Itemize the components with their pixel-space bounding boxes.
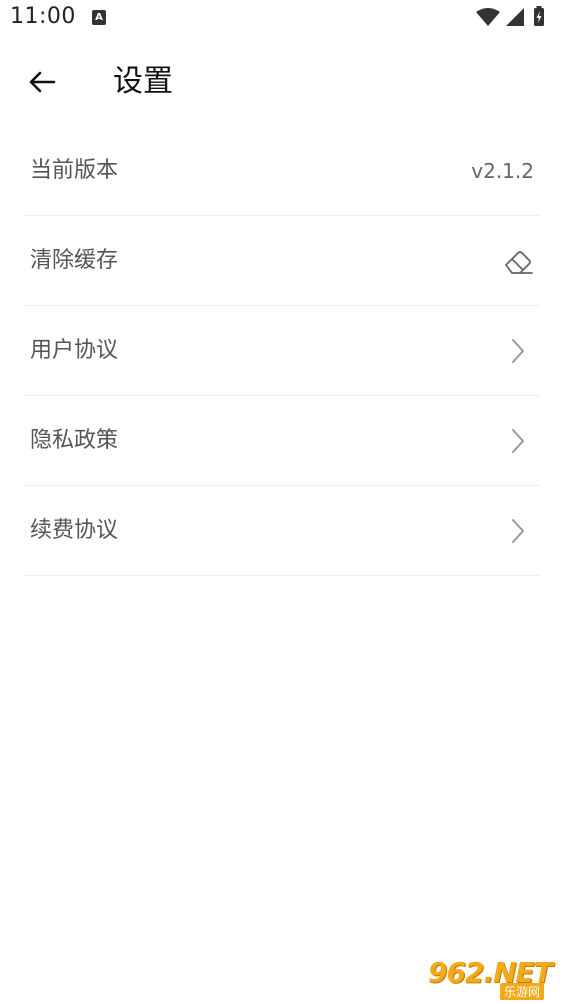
wifi-icon bbox=[476, 8, 500, 26]
settings-row-clear-cache[interactable]: 清除缓存 bbox=[24, 216, 540, 306]
watermark-logo: 962.NET 乐游网 bbox=[428, 956, 558, 1000]
row-label: 续费协议 bbox=[30, 517, 119, 543]
chevron-right-icon bbox=[500, 333, 536, 369]
watermark-sub: 乐游网 bbox=[500, 983, 545, 1000]
status-icons bbox=[474, 6, 554, 28]
settings-row-version: 当前版本 v2.1.2 bbox=[24, 126, 540, 216]
row-label: 用户协议 bbox=[30, 337, 119, 363]
version-value: v2.1.2 bbox=[471, 158, 534, 183]
page-title: 设置 bbox=[113, 64, 173, 99]
row-label: 隐私政策 bbox=[30, 427, 119, 453]
arrow-left-icon bbox=[29, 71, 56, 93]
settings-list: 当前版本 v2.1.2 清除缓存 用户协议 隐私政策 续费协议 bbox=[24, 126, 540, 576]
settings-row-renewal-agreement[interactable]: 续费协议 bbox=[24, 486, 540, 576]
back-button[interactable] bbox=[20, 60, 64, 104]
battery-charging-icon bbox=[534, 6, 544, 26]
row-label: 当前版本 bbox=[30, 157, 119, 183]
status-bar: 11:00 A bbox=[0, 0, 564, 38]
notification-icon: A bbox=[92, 10, 106, 25]
settings-row-privacy-policy[interactable]: 隐私政策 bbox=[24, 396, 540, 486]
toolbar: 设置 bbox=[0, 46, 564, 118]
status-time: 11:00 bbox=[10, 4, 76, 29]
eraser-icon[interactable] bbox=[500, 243, 536, 279]
row-label: 清除缓存 bbox=[30, 247, 119, 273]
settings-row-user-agreement[interactable]: 用户协议 bbox=[24, 306, 540, 396]
signal-icon bbox=[506, 8, 524, 26]
chevron-right-icon bbox=[500, 513, 536, 549]
chevron-right-icon bbox=[500, 423, 536, 459]
